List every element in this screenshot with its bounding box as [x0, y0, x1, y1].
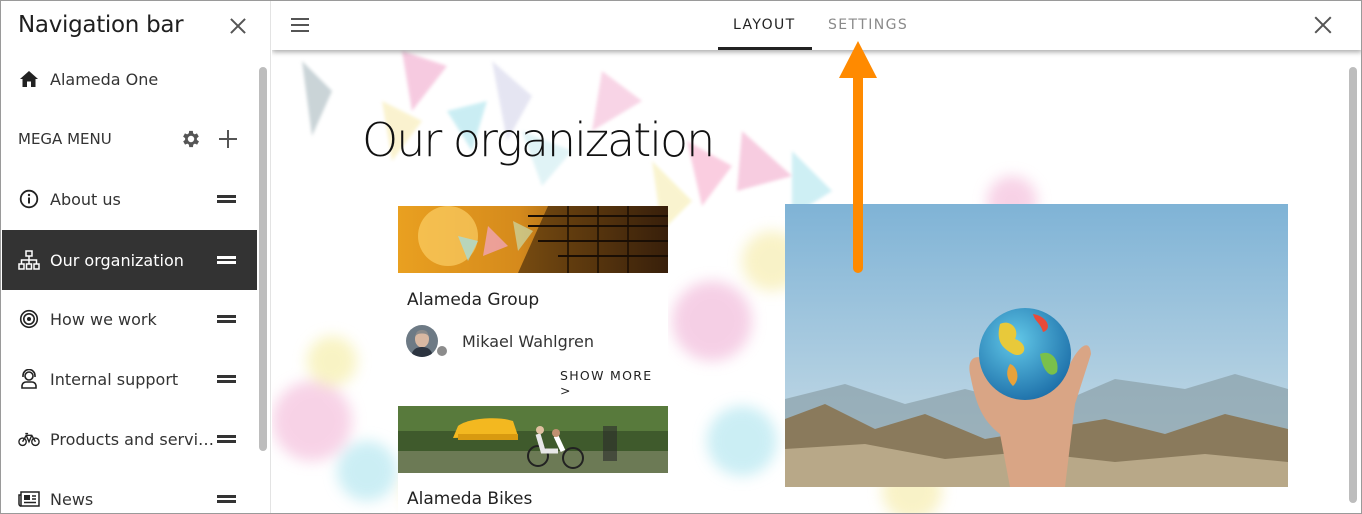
sidebar-item-our-organization[interactable]: Our organization	[2, 230, 257, 290]
card-image	[398, 406, 668, 473]
sidebar-item-label: Our organization	[50, 251, 184, 270]
bicycle-icon	[18, 429, 40, 449]
sidebar-item-news[interactable]: News	[2, 469, 257, 513]
card-title: Alameda Bikes	[407, 489, 533, 509]
tab-settings[interactable]: SETTINGS	[828, 17, 908, 33]
drag-handle-icon[interactable]	[217, 315, 236, 323]
info-icon	[18, 189, 40, 209]
sidebar-item-about-us[interactable]: About us	[2, 169, 257, 229]
card-image	[398, 206, 668, 273]
remove-person-icon[interactable]	[436, 345, 448, 357]
add-icon[interactable]	[219, 130, 237, 148]
avatar[interactable]	[406, 325, 438, 357]
close-icon[interactable]	[1312, 14, 1334, 36]
hamburger-menu-icon[interactable]	[291, 18, 309, 32]
organization-card[interactable]: Alameda Bikes	[398, 406, 668, 513]
mega-menu-label: MEGA MENU	[18, 130, 112, 148]
page-title: Our organization	[362, 113, 715, 167]
show-more-link[interactable]: SHOW MORE >	[560, 368, 668, 398]
target-icon	[18, 309, 40, 329]
organization-card[interactable]: Alameda Group Mikael Wahlgren SHOW MORE …	[398, 206, 668, 398]
sidebar-title: Navigation bar	[18, 12, 184, 38]
app-frame: Navigation bar Alameda One MEGA MENU Abo…	[0, 0, 1362, 514]
editor-toolbar: LAYOUT SETTINGS	[272, 1, 1361, 50]
sidebar-header: Navigation bar	[1, 1, 271, 53]
sidebar-item-internal-support[interactable]: Internal support	[2, 349, 257, 409]
sidebar-item-home[interactable]: Alameda One	[2, 49, 257, 109]
drag-handle-icon[interactable]	[217, 256, 236, 264]
sidebar-close-icon[interactable]	[225, 13, 251, 39]
active-tab-indicator	[718, 47, 812, 50]
support-agent-icon	[18, 369, 40, 389]
drag-handle-icon[interactable]	[217, 495, 236, 503]
sidebar-item-label: How we work	[50, 310, 157, 329]
sidebar-scrollbar[interactable]	[259, 67, 267, 451]
home-icon	[18, 69, 40, 89]
drag-handle-icon[interactable]	[217, 375, 236, 383]
org-chart-icon	[18, 250, 40, 270]
main-scrollbar[interactable]	[1349, 67, 1357, 503]
card-title: Alameda Group	[407, 290, 540, 310]
sidebar-item-label: Internal support	[50, 370, 179, 389]
sidebar-item-how-we-work[interactable]: How we work	[2, 289, 257, 349]
drag-handle-icon[interactable]	[217, 195, 236, 203]
hero-image	[785, 204, 1288, 487]
sidebar-item-label: About us	[50, 190, 121, 209]
mega-menu-row: MEGA MENU	[2, 109, 257, 169]
sidebar-item-label: News	[50, 490, 94, 509]
tab-layout[interactable]: LAYOUT	[733, 17, 796, 33]
sidebar-item-label: Products and servi…	[50, 430, 215, 449]
newspaper-icon	[18, 489, 40, 509]
drag-handle-icon[interactable]	[217, 435, 236, 443]
contact-person-name: Mikael Wahlgren	[462, 332, 594, 351]
sidebar-item-products-and-services[interactable]: Products and servi…	[2, 409, 257, 469]
sidebar-item-label: Alameda One	[50, 70, 159, 89]
main-content: LAYOUT SETTINGS Our organization Alameda…	[272, 1, 1361, 513]
navigation-sidebar: Navigation bar Alameda One MEGA MENU Abo…	[1, 1, 271, 513]
gear-icon[interactable]	[180, 128, 202, 150]
